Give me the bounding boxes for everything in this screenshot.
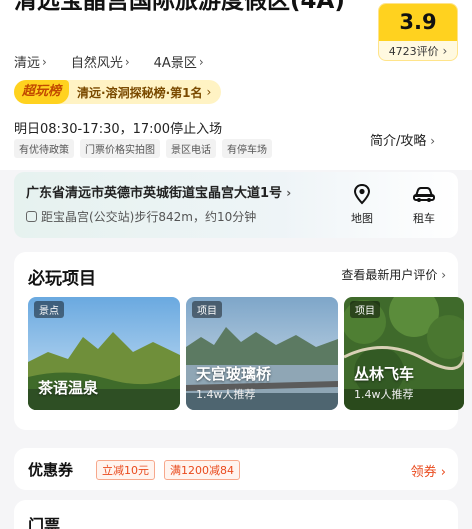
address-text[interactable]: 广东省清远市英德市英城街道宝晶宫大道1号 ›	[26, 182, 291, 201]
coupon-tag[interactable]: 立减10元	[96, 460, 155, 480]
feature-tag[interactable]: 有停车场	[222, 139, 272, 158]
chevron-right-icon: ›	[198, 54, 204, 69]
card-category: 景点	[34, 301, 64, 318]
rating-card[interactable]: 3.9 4723评价 ›	[378, 3, 458, 61]
chevron-right-icon: ›	[438, 44, 448, 58]
category-link-level[interactable]: 4A景区 ›	[154, 52, 204, 72]
feature-tag[interactable]: 门票价格实拍图	[80, 139, 160, 158]
section-title: 必玩项目	[28, 269, 96, 289]
ticket-title: 门票	[28, 516, 61, 529]
feature-tags: 有优待政策 门票价格实拍图 景区电话 有停车场	[14, 139, 272, 158]
must-play-section: 必玩项目 查看最新用户评价 › 景点 茶语温泉 项目 天宫玻璃桥 1.4w人推荐…	[14, 252, 464, 430]
intro-guide-link[interactable]: 简介/攻略 ›	[370, 130, 435, 149]
map-pin-icon	[350, 182, 374, 206]
category-link-type[interactable]: 自然风光 ›	[71, 52, 130, 72]
card-category: 项目	[350, 301, 380, 318]
review-count: 4723评价 ›	[388, 44, 448, 58]
coupon-section: 优惠券 立减10元 满1200减84 领券 ›	[14, 448, 458, 490]
transit-distance: 距宝晶宫(公交站)步行842m，约10分钟	[26, 208, 256, 225]
coupon-tag[interactable]: 满1200减84	[164, 460, 240, 480]
attraction-card[interactable]: 项目 天宫玻璃桥 1.4w人推荐	[186, 297, 338, 410]
map-button[interactable]: 地图	[342, 182, 382, 226]
card-name: 丛林飞车	[354, 365, 415, 383]
car-icon	[412, 182, 436, 206]
card-recommend-count: 1.4w人推荐	[196, 388, 256, 401]
feature-tag[interactable]: 景区电话	[166, 139, 216, 158]
chevron-right-icon: ›	[436, 465, 446, 480]
chevron-right-icon: ›	[124, 54, 130, 69]
view-reviews-link[interactable]: 查看最新用户评价 ›	[341, 266, 446, 283]
card-name: 茶语温泉	[38, 379, 99, 397]
attraction-card[interactable]: 项目 丛林飞车 1.4w人推荐	[344, 297, 464, 410]
address-card: 广东省清远市英德市英城街道宝晶宫大道1号 › 距宝晶宫(公交站)步行842m，约…	[14, 172, 458, 238]
bus-icon	[26, 211, 37, 222]
attraction-card[interactable]: 景点 茶语温泉	[28, 297, 180, 410]
category-link-city[interactable]: 清远 ›	[14, 52, 47, 72]
category-links: 清远 › 自然风光 › 4A景区 ›	[14, 52, 204, 72]
ticket-section: 门票	[14, 500, 458, 529]
rank-badge: 超玩榜	[14, 80, 70, 104]
header-panel: 清远宝晶宫国际旅游度假区(4A) 3.9 4723评价 › 清远 › 自然风光 › …	[0, 0, 472, 170]
claim-coupon-link[interactable]: 领券 ›	[411, 461, 446, 480]
chevron-right-icon: ›	[437, 268, 446, 282]
opening-hours: 明日08:30-17:30，17:00停止入场	[14, 122, 223, 137]
rating-score: 3.9	[379, 4, 457, 41]
must-play-list: 景点 茶语温泉 项目 天宫玻璃桥 1.4w人推荐 项目 丛林飞车 1.4w人推荐	[28, 297, 464, 410]
feature-tag[interactable]: 有优待政策	[14, 139, 74, 158]
chevron-right-icon: ›	[42, 54, 47, 69]
page-title: 清远宝晶宫国际旅游度假区(4A)	[14, 0, 345, 14]
card-category: 项目	[192, 301, 222, 318]
chevron-right-icon: ›	[282, 186, 292, 200]
coupon-title: 优惠券	[28, 461, 74, 479]
car-rental-button[interactable]: 租车	[404, 182, 444, 226]
ranking-banner[interactable]: 超玩榜 清远·溶洞探秘榜·第1名 ›	[14, 80, 222, 104]
chevron-right-icon: ›	[206, 85, 212, 99]
chevron-right-icon: ›	[426, 134, 436, 148]
card-name: 天宫玻璃桥	[196, 365, 272, 383]
rank-text: 清远·溶洞探秘榜·第1名	[77, 85, 203, 100]
card-recommend-count: 1.4w人推荐	[354, 388, 414, 401]
